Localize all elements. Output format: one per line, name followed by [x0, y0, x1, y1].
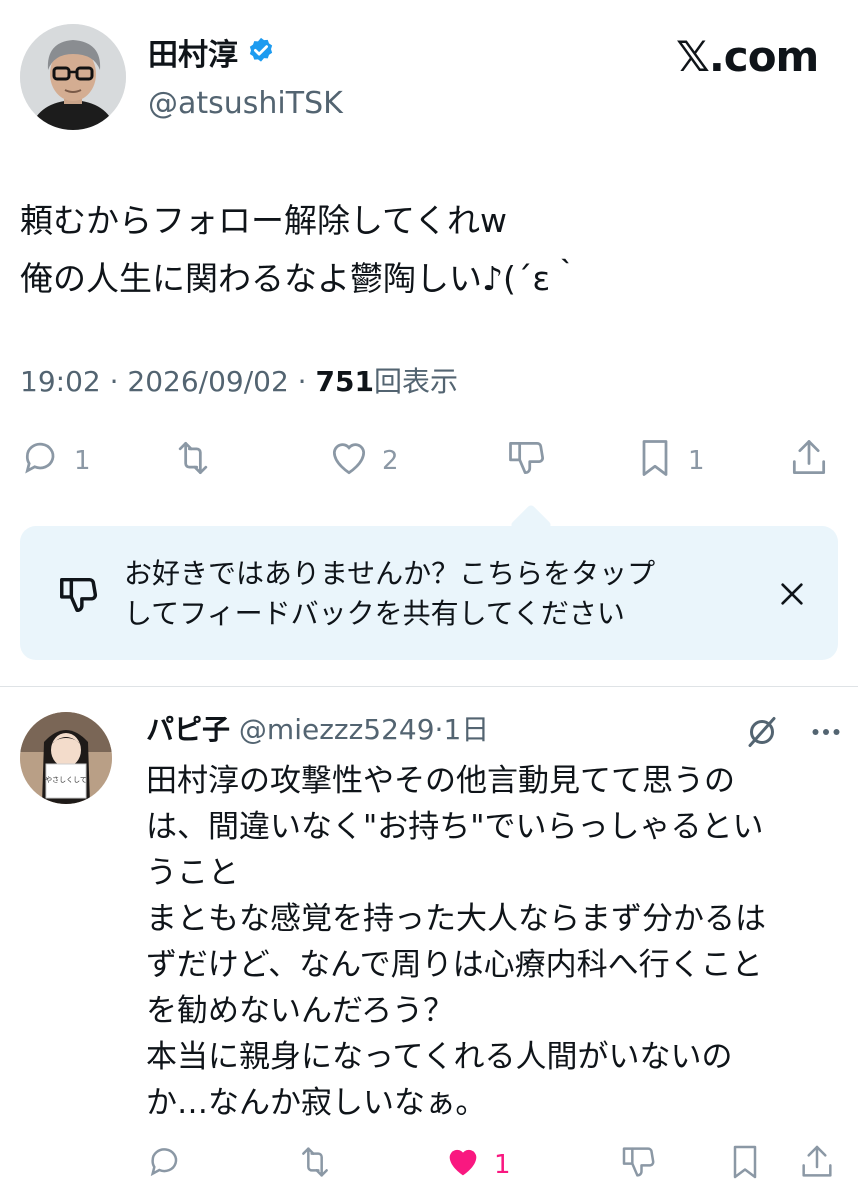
x-logo: 𝕏.com [676, 32, 819, 81]
bookmark-icon [632, 436, 678, 487]
share-icon [786, 436, 832, 487]
verified-badge-icon [246, 36, 276, 77]
dislike-icon [618, 1142, 660, 1189]
author-handle[interactable]: @atsushiTSK [148, 84, 343, 124]
view-label: 回表示 [373, 365, 458, 398]
share-button[interactable] [786, 436, 832, 486]
feedback-prompt-text[interactable]: お好きではありませんか？こちらをタップ してフィードバックを共有してください [124, 554, 744, 634]
reply-icon [146, 1142, 186, 1189]
divider [0, 686, 858, 687]
reply-retweet-button[interactable] [294, 1142, 336, 1188]
view-count: 751 [315, 365, 374, 398]
bookmark-count: 1 [688, 446, 705, 476]
grok-icon[interactable] [744, 714, 780, 754]
share-icon [796, 1142, 838, 1189]
reply-header: パピ子 @miezzz5249·1日 [146, 710, 489, 750]
dislike-icon [56, 572, 102, 622]
like-count: 2 [382, 446, 399, 476]
reply-text: 田村淳の攻撃性やその他言動見てて思うの は、間違いなく"お持ち"でいらっしゃると… [146, 763, 766, 1121]
retweet-button[interactable] [170, 436, 226, 486]
author-avatar[interactable] [20, 24, 126, 130]
reply-like-count: 1 [494, 1150, 511, 1180]
reply-count: 1 [74, 446, 91, 476]
dislike-icon [504, 436, 550, 487]
reply-display-name[interactable]: パピ子 [146, 713, 230, 746]
like-button[interactable]: 2 [326, 436, 399, 486]
reply-icon [20, 436, 64, 487]
author-display-name[interactable]: 田村淳 [148, 36, 276, 77]
close-icon [776, 583, 808, 614]
reply-age: ·1日 [434, 713, 490, 746]
reply-actions: 1 [0, 1142, 858, 1188]
tweet-actions: 1 2 1 [0, 436, 858, 486]
reply-reply-button[interactable] [146, 1142, 186, 1188]
tweet-text: 頼むからフォロー解除してくれw 俺の人生に関わるなよ鬱陶しい♪(´ε｀ [20, 201, 584, 298]
reply-bookmark-button[interactable] [724, 1142, 766, 1188]
sign-text: やさしくして [45, 776, 87, 784]
tweet-timestamp: 19:02 · 2026/09/02 · [20, 365, 316, 398]
reply-share-button[interactable] [796, 1142, 838, 1188]
like-icon [442, 1142, 484, 1189]
dislike-button[interactable] [504, 436, 550, 486]
reply-like-button[interactable]: 1 [442, 1142, 511, 1188]
retweet-icon [294, 1142, 336, 1189]
retweet-icon [170, 436, 216, 487]
more-icon[interactable] [808, 714, 844, 754]
reply-avatar[interactable]: やさしくして [20, 712, 112, 804]
reply-dislike-button[interactable] [618, 1142, 660, 1188]
tweet-meta: 19:02 · 2026/09/02 · 751回表示 [20, 362, 458, 402]
reply-handle[interactable]: @miezzz5249 [230, 713, 435, 746]
like-icon [326, 436, 372, 487]
bookmark-button[interactable]: 1 [632, 436, 705, 486]
reply-header-icons [744, 714, 844, 754]
bookmark-icon [724, 1142, 766, 1189]
close-feedback-button[interactable] [776, 578, 808, 614]
reply-button[interactable]: 1 [20, 436, 91, 486]
